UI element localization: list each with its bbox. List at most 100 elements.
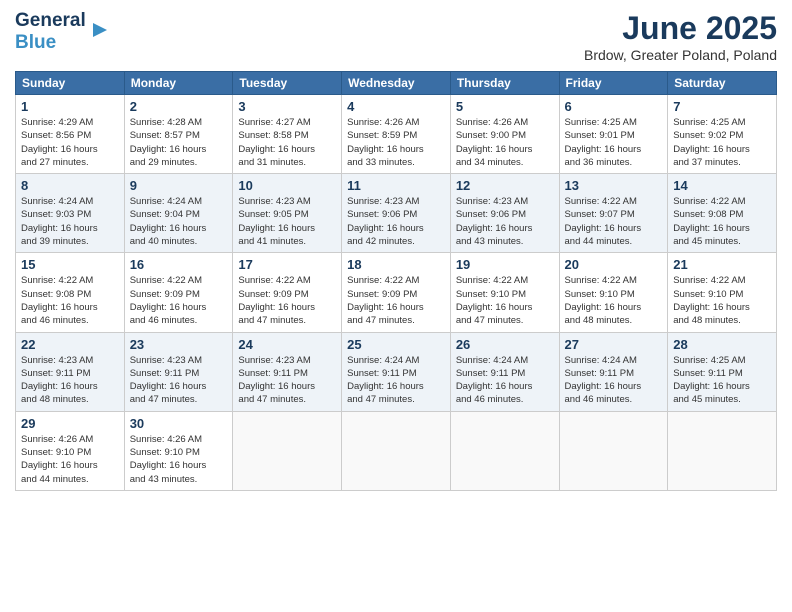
day-info: Sunrise: 4:28 AM Sunset: 8:57 PM Dayligh…: [130, 116, 228, 169]
day-cell: 24 Sunrise: 4:23 AM Sunset: 9:11 PM Dayl…: [233, 332, 342, 411]
day-number: 22: [21, 337, 119, 352]
day-cell: 16 Sunrise: 4:22 AM Sunset: 9:09 PM Dayl…: [124, 253, 233, 332]
day-info: Sunrise: 4:22 AM Sunset: 9:08 PM Dayligh…: [673, 195, 771, 248]
day-info: Sunrise: 4:26 AM Sunset: 8:59 PM Dayligh…: [347, 116, 445, 169]
calendar-table: Sunday Monday Tuesday Wednesday Thursday…: [15, 71, 777, 491]
day-number: 15: [21, 257, 119, 272]
week-row-4: 22 Sunrise: 4:23 AM Sunset: 9:11 PM Dayl…: [16, 332, 777, 411]
day-number: 28: [673, 337, 771, 352]
day-info: Sunrise: 4:22 AM Sunset: 9:09 PM Dayligh…: [238, 274, 336, 327]
day-info: Sunrise: 4:23 AM Sunset: 9:05 PM Dayligh…: [238, 195, 336, 248]
day-info: Sunrise: 4:22 AM Sunset: 9:10 PM Dayligh…: [565, 274, 663, 327]
day-info: Sunrise: 4:24 AM Sunset: 9:11 PM Dayligh…: [456, 354, 554, 407]
page: General Blue June 2025 Brdow, Greater Po…: [0, 0, 792, 612]
day-cell: 25 Sunrise: 4:24 AM Sunset: 9:11 PM Dayl…: [342, 332, 451, 411]
day-cell: 20 Sunrise: 4:22 AM Sunset: 9:10 PM Dayl…: [559, 253, 668, 332]
day-number: 5: [456, 99, 554, 114]
day-number: 13: [565, 178, 663, 193]
day-info: Sunrise: 4:29 AM Sunset: 8:56 PM Dayligh…: [21, 116, 119, 169]
day-number: 3: [238, 99, 336, 114]
location-subtitle: Brdow, Greater Poland, Poland: [584, 47, 777, 63]
day-cell: 14 Sunrise: 4:22 AM Sunset: 9:08 PM Dayl…: [668, 174, 777, 253]
day-cell: 19 Sunrise: 4:22 AM Sunset: 9:10 PM Dayl…: [450, 253, 559, 332]
week-row-5: 29 Sunrise: 4:26 AM Sunset: 9:10 PM Dayl…: [16, 411, 777, 490]
day-cell: 2 Sunrise: 4:28 AM Sunset: 8:57 PM Dayli…: [124, 95, 233, 174]
title-block: June 2025 Brdow, Greater Poland, Poland: [584, 10, 777, 63]
day-cell: 18 Sunrise: 4:22 AM Sunset: 9:09 PM Dayl…: [342, 253, 451, 332]
day-number: 24: [238, 337, 336, 352]
day-number: 1: [21, 99, 119, 114]
day-cell: 4 Sunrise: 4:26 AM Sunset: 8:59 PM Dayli…: [342, 95, 451, 174]
day-info: Sunrise: 4:25 AM Sunset: 9:02 PM Dayligh…: [673, 116, 771, 169]
day-cell: 3 Sunrise: 4:27 AM Sunset: 8:58 PM Dayli…: [233, 95, 342, 174]
day-cell: 10 Sunrise: 4:23 AM Sunset: 9:05 PM Dayl…: [233, 174, 342, 253]
day-info: Sunrise: 4:22 AM Sunset: 9:09 PM Dayligh…: [130, 274, 228, 327]
day-info: Sunrise: 4:22 AM Sunset: 9:08 PM Dayligh…: [21, 274, 119, 327]
day-info: Sunrise: 4:26 AM Sunset: 9:10 PM Dayligh…: [21, 433, 119, 486]
day-number: 26: [456, 337, 554, 352]
day-number: 12: [456, 178, 554, 193]
day-number: 6: [565, 99, 663, 114]
header-row: Sunday Monday Tuesday Wednesday Thursday…: [16, 72, 777, 95]
week-row-1: 1 Sunrise: 4:29 AM Sunset: 8:56 PM Dayli…: [16, 95, 777, 174]
day-number: 2: [130, 99, 228, 114]
day-number: 10: [238, 178, 336, 193]
day-cell: 23 Sunrise: 4:23 AM Sunset: 9:11 PM Dayl…: [124, 332, 233, 411]
day-number: 19: [456, 257, 554, 272]
day-cell: 29 Sunrise: 4:26 AM Sunset: 9:10 PM Dayl…: [16, 411, 125, 490]
day-cell: 15 Sunrise: 4:22 AM Sunset: 9:08 PM Dayl…: [16, 253, 125, 332]
day-info: Sunrise: 4:23 AM Sunset: 9:11 PM Dayligh…: [130, 354, 228, 407]
logo: General Blue: [15, 10, 111, 54]
day-cell: [559, 411, 668, 490]
day-info: Sunrise: 4:24 AM Sunset: 9:03 PM Dayligh…: [21, 195, 119, 248]
day-number: 17: [238, 257, 336, 272]
month-year-title: June 2025: [584, 10, 777, 47]
day-cell: 7 Sunrise: 4:25 AM Sunset: 9:02 PM Dayli…: [668, 95, 777, 174]
week-row-2: 8 Sunrise: 4:24 AM Sunset: 9:03 PM Dayli…: [16, 174, 777, 253]
day-cell: 9 Sunrise: 4:24 AM Sunset: 9:04 PM Dayli…: [124, 174, 233, 253]
day-cell: 30 Sunrise: 4:26 AM Sunset: 9:10 PM Dayl…: [124, 411, 233, 490]
day-info: Sunrise: 4:22 AM Sunset: 9:10 PM Dayligh…: [456, 274, 554, 327]
day-number: 21: [673, 257, 771, 272]
logo-arrow-icon: [89, 19, 111, 41]
day-number: 7: [673, 99, 771, 114]
day-number: 25: [347, 337, 445, 352]
day-number: 14: [673, 178, 771, 193]
day-cell: 26 Sunrise: 4:24 AM Sunset: 9:11 PM Dayl…: [450, 332, 559, 411]
day-info: Sunrise: 4:23 AM Sunset: 9:06 PM Dayligh…: [456, 195, 554, 248]
day-cell: 5 Sunrise: 4:26 AM Sunset: 9:00 PM Dayli…: [450, 95, 559, 174]
day-cell: [342, 411, 451, 490]
day-cell: 17 Sunrise: 4:22 AM Sunset: 9:09 PM Dayl…: [233, 253, 342, 332]
day-cell: 12 Sunrise: 4:23 AM Sunset: 9:06 PM Dayl…: [450, 174, 559, 253]
day-number: 27: [565, 337, 663, 352]
day-info: Sunrise: 4:23 AM Sunset: 9:06 PM Dayligh…: [347, 195, 445, 248]
col-monday: Monday: [124, 72, 233, 95]
day-info: Sunrise: 4:26 AM Sunset: 9:10 PM Dayligh…: [130, 433, 228, 486]
day-number: 4: [347, 99, 445, 114]
day-info: Sunrise: 4:23 AM Sunset: 9:11 PM Dayligh…: [21, 354, 119, 407]
day-cell: 22 Sunrise: 4:23 AM Sunset: 9:11 PM Dayl…: [16, 332, 125, 411]
day-cell: [668, 411, 777, 490]
day-number: 18: [347, 257, 445, 272]
day-cell: 27 Sunrise: 4:24 AM Sunset: 9:11 PM Dayl…: [559, 332, 668, 411]
day-cell: 1 Sunrise: 4:29 AM Sunset: 8:56 PM Dayli…: [16, 95, 125, 174]
day-cell: 6 Sunrise: 4:25 AM Sunset: 9:01 PM Dayli…: [559, 95, 668, 174]
day-info: Sunrise: 4:22 AM Sunset: 9:09 PM Dayligh…: [347, 274, 445, 327]
col-tuesday: Tuesday: [233, 72, 342, 95]
day-info: Sunrise: 4:22 AM Sunset: 9:10 PM Dayligh…: [673, 274, 771, 327]
col-saturday: Saturday: [668, 72, 777, 95]
day-info: Sunrise: 4:24 AM Sunset: 9:11 PM Dayligh…: [565, 354, 663, 407]
day-cell: 8 Sunrise: 4:24 AM Sunset: 9:03 PM Dayli…: [16, 174, 125, 253]
day-info: Sunrise: 4:24 AM Sunset: 9:11 PM Dayligh…: [347, 354, 445, 407]
day-info: Sunrise: 4:23 AM Sunset: 9:11 PM Dayligh…: [238, 354, 336, 407]
day-number: 11: [347, 178, 445, 193]
day-number: 9: [130, 178, 228, 193]
day-info: Sunrise: 4:27 AM Sunset: 8:58 PM Dayligh…: [238, 116, 336, 169]
day-info: Sunrise: 4:25 AM Sunset: 9:01 PM Dayligh…: [565, 116, 663, 169]
day-number: 30: [130, 416, 228, 431]
day-info: Sunrise: 4:25 AM Sunset: 9:11 PM Dayligh…: [673, 354, 771, 407]
col-thursday: Thursday: [450, 72, 559, 95]
day-number: 23: [130, 337, 228, 352]
day-cell: 21 Sunrise: 4:22 AM Sunset: 9:10 PM Dayl…: [668, 253, 777, 332]
day-info: Sunrise: 4:22 AM Sunset: 9:07 PM Dayligh…: [565, 195, 663, 248]
